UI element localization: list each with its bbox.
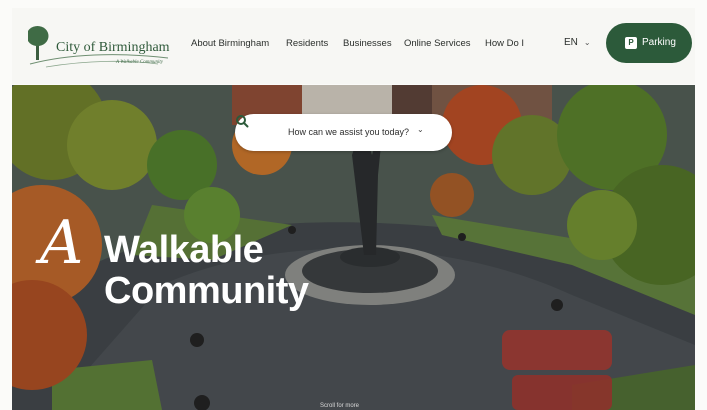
city-logo[interactable]: City of Birmingham A Walkable Community [26, 20, 178, 72]
site-search-bar[interactable]: How can we assist you today? ⌄ [235, 114, 452, 151]
parking-icon: P [625, 37, 637, 49]
chevron-down-icon: ⌄ [583, 38, 591, 47]
parking-button[interactable]: P Parking [606, 23, 692, 63]
nav-online-services[interactable]: Online Services [404, 38, 471, 49]
scroll-hint: Scroll for more [320, 403, 360, 409]
language-selector[interactable]: EN ⌄ [564, 37, 591, 48]
chevron-down-icon: ⌄ [417, 125, 424, 134]
parking-label: Parking [642, 37, 676, 48]
hero-banner: How can we assist you today? ⌄ A Walkabl… [12, 85, 695, 410]
logo-tagline: A Walkable Community [116, 60, 163, 65]
nav-residents[interactable]: Residents [286, 38, 328, 49]
page: City of Birmingham A Walkable Community … [0, 0, 707, 410]
search-placeholder: How can we assist you today? [288, 127, 410, 137]
search-icon [236, 115, 249, 128]
nav-how-do-i[interactable]: How Do I [485, 38, 524, 49]
hero-heading-line1: Walkable [104, 229, 264, 271]
logo-text: City of Birmingham [56, 40, 170, 55]
language-label: EN [564, 37, 578, 48]
nav-about-birmingham[interactable]: About Birmingham [191, 38, 269, 49]
site-header: City of Birmingham A Walkable Community … [12, 8, 695, 84]
hero-heading-script: A [40, 208, 84, 278]
hero-heading-line2: Community [104, 270, 309, 312]
nav-businesses[interactable]: Businesses [343, 38, 392, 49]
